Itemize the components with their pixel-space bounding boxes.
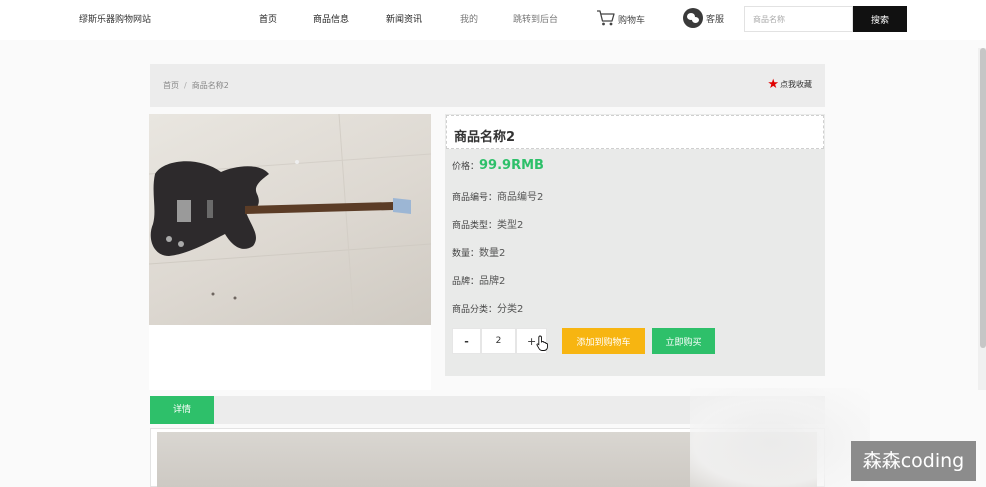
quantity-input[interactable] <box>481 328 516 354</box>
field-quantity: 数量：数量2 <box>452 244 505 259</box>
star-icon: ★ <box>767 77 779 92</box>
field-label: 商品分类： <box>452 305 498 315</box>
breadcrumb: 首页 / 商品名称2 <box>163 80 229 91</box>
field-value: 品牌2 <box>479 276 506 287</box>
field-value: 商品编号2 <box>497 192 544 203</box>
nav-service[interactable]: 客服 <box>683 8 724 28</box>
buy-now-button[interactable]: 立即购买 <box>652 328 715 354</box>
search-button[interactable]: 搜索 <box>853 6 907 32</box>
breadcrumb-current: 商品名称2 <box>191 81 229 90</box>
watermark: 森森coding <box>851 441 976 481</box>
nav-mine[interactable]: 我的 <box>460 12 478 25</box>
field-value: 类型2 <box>497 220 524 231</box>
quantity-decrease-button[interactable]: - <box>452 328 481 354</box>
field-product-type: 商品类型：类型2 <box>452 216 523 231</box>
breadcrumb-separator: / <box>184 81 187 90</box>
nav-cart-label: 购物车 <box>618 16 646 26</box>
video-overlay-haze <box>690 388 870 487</box>
breadcrumb-home[interactable]: 首页 <box>163 81 179 90</box>
site-header: 缪斯乐器购物网站 首页 商品信息 新闻资讯 我的 跳转到后台 购物车 客服 搜索 <box>0 0 986 40</box>
field-label: 商品编号： <box>452 193 498 203</box>
site-title[interactable]: 缪斯乐器购物网站 <box>79 12 151 25</box>
hand-cursor-icon <box>536 335 548 351</box>
field-label: 商品类型： <box>452 221 498 231</box>
product-title-box: 商品名称2 <box>446 115 824 149</box>
tab-detail[interactable]: 详情 <box>150 396 214 424</box>
product-image <box>149 114 431 325</box>
field-brand: 品牌：品牌2 <box>452 272 505 287</box>
nav-admin[interactable]: 跳转到后台 <box>513 12 558 25</box>
product-title: 商品名称2 <box>454 130 516 145</box>
scrollbar-thumb[interactable] <box>980 48 986 348</box>
product-image-panel <box>149 114 431 390</box>
price-value: 99.9RMB <box>479 158 544 173</box>
nav-home[interactable]: 首页 <box>259 12 277 25</box>
nav-cart[interactable]: 购物车 <box>596 9 645 27</box>
field-value: 分类2 <box>497 304 524 315</box>
guitar-photo <box>149 114 431 325</box>
product-info-panel: 商品名称2 价格：99.9RMB 商品编号：商品编号2 商品类型：类型2 数量：… <box>445 114 825 376</box>
field-product-number: 商品编号：商品编号2 <box>452 188 543 203</box>
favorite-label: 点我收藏 <box>780 80 812 89</box>
field-value: 数量2 <box>479 248 506 259</box>
price-row: 价格：99.9RMB <box>452 158 544 173</box>
shopping-cart-icon <box>597 10 615 26</box>
breadcrumb-bar: 首页 / 商品名称2 ★ 点我收藏 <box>150 64 825 107</box>
price-label: 价格： <box>452 162 480 172</box>
nav-service-label: 客服 <box>706 14 725 25</box>
favorite-button[interactable]: ★ 点我收藏 <box>767 78 812 91</box>
wechat-icon <box>683 8 703 28</box>
nav-news[interactable]: 新闻资讯 <box>386 12 422 25</box>
field-label: 品牌： <box>452 277 480 287</box>
field-label: 数量： <box>452 249 480 259</box>
field-category: 商品分类：分类2 <box>452 300 523 315</box>
search-input[interactable] <box>744 6 853 32</box>
add-to-cart-button[interactable]: 添加到购物车 <box>562 328 645 354</box>
nav-products[interactable]: 商品信息 <box>313 12 349 25</box>
